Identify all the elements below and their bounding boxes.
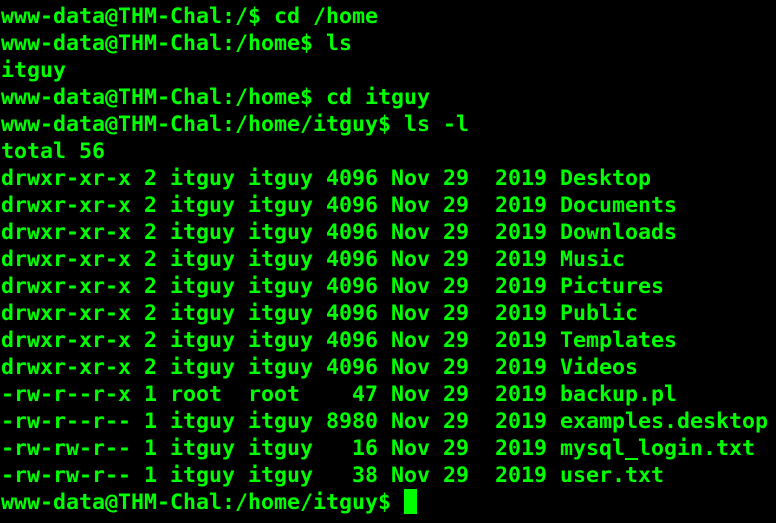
terminal-line: drwxr-xr-x 2 itguy itguy 4096 Nov 29 201…: [1, 274, 665, 299]
terminal-line: drwxr-xr-x 2 itguy itguy 4096 Nov 29 201…: [1, 220, 678, 245]
terminal-line: www-data@THM-Chal:/home$ cd itguy: [1, 85, 431, 110]
terminal-line: -rw-r--r-- 1 itguy itguy 8980 Nov 29 201…: [1, 409, 769, 434]
terminal-line: drwxr-xr-x 2 itguy itguy 4096 Nov 29 201…: [1, 301, 639, 326]
terminal-line: drwxr-xr-x 2 itguy itguy 4096 Nov 29 201…: [1, 247, 626, 272]
terminal-line: drwxr-xr-x 2 itguy itguy 4096 Nov 29 201…: [1, 193, 678, 218]
terminal-line: total 56: [1, 139, 106, 164]
terminal-cursor: [404, 489, 418, 514]
terminal-line: www-data@THM-Chal:/home/itguy$ ls -l: [1, 112, 470, 137]
terminal-line: -rw-rw-r-- 1 itguy itguy 16 Nov 29 2019 …: [1, 436, 756, 461]
terminal-line: -rw-r--r-x 1 root root 47 Nov 29 2019 ba…: [1, 382, 678, 407]
terminal-line: drwxr-xr-x 2 itguy itguy 4096 Nov 29 201…: [1, 166, 652, 191]
terminal-line: drwxr-xr-x 2 itguy itguy 4096 Nov 29 201…: [1, 328, 678, 353]
terminal-window[interactable]: www-data@THM-Chal:/$ cd /home www-data@T…: [0, 0, 776, 523]
terminal-line: www-data@THM-Chal:/home$ ls: [1, 31, 353, 56]
terminal-line: www-data@THM-Chal:/$ cd /home: [1, 4, 379, 29]
terminal-prompt-line[interactable]: www-data@THM-Chal:/home/itguy$: [1, 489, 776, 516]
terminal-line: drwxr-xr-x 2 itguy itguy 4096 Nov 29 201…: [1, 355, 639, 380]
terminal-line: -rw-rw-r-- 1 itguy itguy 38 Nov 29 2019 …: [1, 463, 665, 488]
terminal-line: itguy: [1, 58, 67, 83]
terminal-prompt: www-data@THM-Chal:/home/itguy$: [1, 490, 405, 515]
